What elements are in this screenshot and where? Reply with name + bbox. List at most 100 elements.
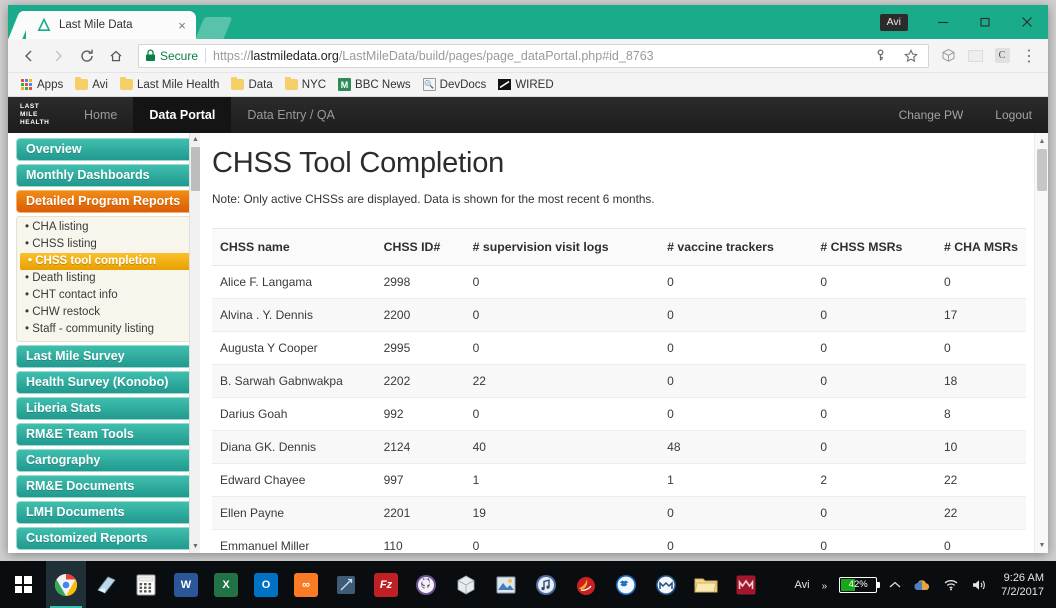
reload-icon[interactable] <box>74 43 100 69</box>
filezilla-taskbar-icon[interactable]: Fz <box>366 561 406 608</box>
sidebar-item-overview[interactable]: Overview <box>16 138 196 161</box>
maximize-icon[interactable] <box>964 5 1006 39</box>
sidebar-item-health-survey-konobo[interactable]: Health Survey (Konobo) <box>16 371 196 394</box>
column-header-vaccine-trackers[interactable]: # vaccine trackers <box>659 229 812 266</box>
nav-item-data-entry-qa[interactable]: Data Entry / QA <box>231 97 351 133</box>
sidebar-item-rme-documents[interactable]: RM&E Documents <box>16 475 196 498</box>
table-row[interactable]: Darius Goah 992 0 0 0 8 <box>212 398 1026 431</box>
volume-icon[interactable] <box>965 578 993 592</box>
sidebar-item-detailed-program-reports[interactable]: Detailed Program Reports <box>16 190 196 213</box>
table-row[interactable]: Augusta Y Cooper 2995 0 0 0 0 <box>212 332 1026 365</box>
column-header-supervision-visit-logs[interactable]: # supervision visit logs <box>465 229 660 266</box>
key-icon[interactable] <box>869 45 891 67</box>
sql-taskbar-icon[interactable] <box>326 561 366 608</box>
bookmark-nyc[interactable]: NYC <box>280 77 331 93</box>
wifi-icon[interactable] <box>937 578 965 591</box>
table-row[interactable]: Alice F. Langama 2998 0 0 0 0 <box>212 266 1026 299</box>
nav-item-change-pw[interactable]: Change PW <box>883 97 980 133</box>
minimize-icon[interactable] <box>922 5 964 39</box>
sidebar-scrollbar[interactable]: ▲ ▼ <box>189 133 200 553</box>
nav-item-data-portal[interactable]: Data Portal <box>133 97 231 133</box>
column-header-chss-msrs[interactable]: # CHSS MSRs <box>812 229 936 266</box>
bookmark-data[interactable]: Data <box>226 77 277 93</box>
explorer-taskbar-icon[interactable] <box>686 561 726 608</box>
sidebar-item-cartography[interactable]: Cartography <box>16 449 196 472</box>
clipboard-extension-icon[interactable] <box>964 45 986 67</box>
github-taskbar-icon[interactable] <box>406 561 446 608</box>
scroll-up-icon[interactable]: ▲ <box>1035 134 1048 148</box>
chrome-profile-chip[interactable]: Avi <box>880 14 908 31</box>
sidebar-subitem-cht-contact-info[interactable]: • CHT contact info <box>17 287 195 304</box>
browser-tab[interactable]: Last Mile Data × <box>26 11 196 39</box>
column-header-chss-name[interactable]: CHSS name <box>212 229 376 266</box>
excel-taskbar-icon[interactable]: X <box>206 561 246 608</box>
xampp-taskbar-icon[interactable]: ∞ <box>286 561 326 608</box>
cell-cha-msrs: 22 <box>936 497 1026 530</box>
scroll-down-icon[interactable]: ▼ <box>190 540 200 553</box>
onedrive-cloud-icon[interactable] <box>907 578 937 592</box>
sidebar-item-liberia-stats[interactable]: Liberia Stats <box>16 397 196 420</box>
notepad-taskbar-icon[interactable] <box>86 561 126 608</box>
outlook-taskbar-icon[interactable]: O <box>246 561 286 608</box>
scroll-down-icon[interactable]: ▼ <box>1035 538 1048 552</box>
table-row[interactable]: B. Sarwah Gabnwakpa 2202 22 0 0 18 <box>212 365 1026 398</box>
cube-extension-icon[interactable] <box>937 45 959 67</box>
chrome-taskbar-icon[interactable] <box>46 561 86 608</box>
chrome-menu-icon[interactable]: ⋮ <box>1018 45 1040 67</box>
sidebar-item-last-mile-survey[interactable]: Last Mile Survey <box>16 345 196 368</box>
bookmark-bbc-news[interactable]: M BBC News <box>333 76 416 93</box>
c-extension-icon[interactable]: C <box>991 45 1013 67</box>
scroll-up-icon[interactable]: ▲ <box>190 133 200 146</box>
new-tab-button[interactable] <box>196 17 233 39</box>
sidebar-subitem-chss-listing[interactable]: • CHSS listing <box>17 236 195 253</box>
sidebar-subitem-staff-community-listing[interactable]: • Staff - community listing <box>17 321 195 338</box>
mendeley-taskbar-icon[interactable] <box>646 561 686 608</box>
sidebar-subitem-chw-restock[interactable]: • CHW restock <box>17 304 195 321</box>
sidebar-item-lmh-documents[interactable]: LMH Documents <box>16 501 196 524</box>
bookmark-devdocs[interactable]: 🔍 DevDocs <box>418 76 492 93</box>
table-row[interactable]: Alvina . Y. Dennis 2200 0 0 0 17 <box>212 299 1026 332</box>
sidebar-item-rme-team-tools[interactable]: RM&E Team Tools <box>16 423 196 446</box>
show-hidden-icons-icon[interactable] <box>883 580 907 590</box>
nav-item-home[interactable]: Home <box>68 97 133 133</box>
calculator-taskbar-icon[interactable] <box>126 561 166 608</box>
sidebar-scrollbar-thumb[interactable] <box>191 147 200 191</box>
tray-user-label[interactable]: Avi <box>789 579 816 591</box>
sidebar-subitem-death-listing[interactable]: • Death listing <box>17 270 195 287</box>
photo-viewer-taskbar-icon[interactable] <box>486 561 526 608</box>
bookmark-last-mile-health[interactable]: Last Mile Health <box>115 77 224 93</box>
back-icon[interactable] <box>16 43 42 69</box>
mailchimp-taskbar-icon[interactable] <box>726 561 766 608</box>
dropbox-taskbar-icon[interactable] <box>606 561 646 608</box>
package-taskbar-icon[interactable] <box>446 561 486 608</box>
battery-icon[interactable]: 42% <box>833 577 883 593</box>
page-scrollbar[interactable]: ▲ ▼ <box>1034 133 1048 553</box>
word-taskbar-icon[interactable]: W <box>166 561 206 608</box>
column-header-cha-msrs[interactable]: # CHA MSRs <box>936 229 1026 266</box>
bookmark-apps[interactable]: Apps <box>16 77 68 93</box>
windows-start-icon[interactable] <box>0 561 46 608</box>
table-row[interactable]: Diana GK. Dennis 2124 40 48 0 10 <box>212 431 1026 464</box>
sidebar-item-monthly-dashboards[interactable]: Monthly Dashboards <box>16 164 196 187</box>
bookmark-avi[interactable]: Avi <box>70 77 113 93</box>
acrobat-taskbar-icon[interactable] <box>566 561 606 608</box>
table-row[interactable]: Emmanuel Miller 110 0 0 0 0 <box>212 530 1026 554</box>
page-scrollbar-thumb[interactable] <box>1037 149 1047 191</box>
column-header-chss-id[interactable]: CHSS ID# <box>376 229 465 266</box>
site-logo[interactable]: LAST MILE HEALTH <box>8 97 68 133</box>
address-bar[interactable]: Secure https://lastmiledata.org/LastMile… <box>138 44 929 68</box>
taskbar-clock[interactable]: 9:26 AM 7/2/2017 <box>993 571 1048 599</box>
sidebar-subitem-cha-listing[interactable]: • CHA listing <box>17 219 195 236</box>
tab-close-icon[interactable]: × <box>174 19 190 32</box>
home-icon[interactable] <box>103 43 129 69</box>
itunes-taskbar-icon[interactable] <box>526 561 566 608</box>
bookmark-wired[interactable]: WIRED <box>493 77 558 93</box>
table-row[interactable]: Ellen Payne 2201 19 0 0 22 <box>212 497 1026 530</box>
table-row[interactable]: Edward Chayee 997 1 1 2 22 <box>212 464 1026 497</box>
sidebar-item-customized-reports[interactable]: Customized Reports <box>16 527 196 550</box>
close-icon[interactable] <box>1006 5 1048 39</box>
tray-overflow-icon[interactable]: » <box>816 571 834 592</box>
bookmark-star-icon[interactable] <box>900 45 922 67</box>
sidebar-subitem-chss-tool-completion[interactable]: • CHSS tool completion <box>20 253 192 270</box>
nav-item-logout[interactable]: Logout <box>979 97 1048 133</box>
